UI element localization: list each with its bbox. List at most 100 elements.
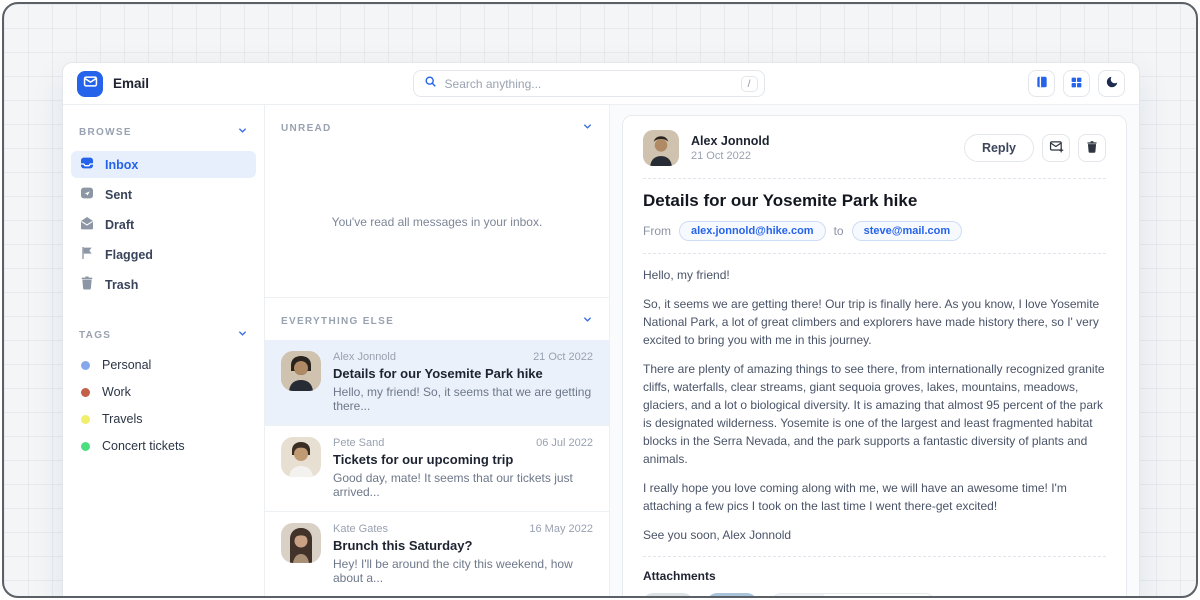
email-list-column: UNREAD You've read all messages in your … — [265, 105, 610, 598]
from-label: From — [643, 224, 671, 238]
email-list-item-kate[interactable]: Kate Gates 16 May 2022 Brunch this Satur… — [265, 512, 609, 598]
sidebar: BROWSE Inbox Sent — [63, 105, 265, 598]
tag-label: Concert tickets — [102, 439, 185, 453]
flag-icon — [79, 245, 95, 264]
tags-section-header[interactable]: TAGS — [63, 312, 264, 354]
tag-label: Personal — [102, 358, 151, 372]
tags-label: TAGS — [79, 330, 111, 341]
email-detail-header: Alex Jonnold 21 Oct 2022 Reply — [643, 130, 1106, 166]
everything-else-section-header[interactable]: EVERYTHING ELSE — [265, 297, 609, 340]
email-sender: Alex Jonnold — [333, 351, 396, 363]
apps-button[interactable] — [1063, 70, 1090, 97]
tag-item-concert-tickets[interactable]: Concert tickets — [71, 435, 256, 458]
grid-icon — [1070, 76, 1083, 92]
sidebar-item-draft[interactable]: Draft — [71, 211, 256, 238]
forward-email-button[interactable] — [1042, 134, 1070, 162]
delete-email-button[interactable] — [1078, 134, 1106, 162]
chevron-down-icon[interactable] — [237, 123, 248, 141]
book-icon — [1035, 75, 1049, 92]
email-subject: Brunch this Saturday? — [333, 538, 593, 553]
tag-item-work[interactable]: Work — [71, 381, 256, 404]
sidebar-item-inbox[interactable]: Inbox — [71, 151, 256, 178]
search-area: / — [149, 70, 1028, 97]
app-title: Email — [113, 76, 149, 91]
sidebar-item-sent[interactable]: Sent — [71, 181, 256, 208]
search-bar[interactable]: / — [413, 70, 765, 97]
reply-button[interactable]: Reply — [964, 134, 1034, 162]
notebook-button[interactable] — [1028, 70, 1055, 97]
email-summary: Kate Gates 16 May 2022 Brunch this Satur… — [333, 523, 593, 585]
from-address-chip[interactable]: alex.jonnold@hike.com — [679, 221, 826, 241]
tag-item-travels[interactable]: Travels — [71, 408, 256, 431]
email-body: Hello, my friend! So, it seems we are ge… — [643, 266, 1106, 544]
unread-section-header[interactable]: UNREAD — [265, 105, 609, 147]
unread-label: UNREAD — [281, 123, 332, 134]
main-layout: BROWSE Inbox Sent — [63, 105, 1139, 598]
email-list-item-alex[interactable]: Alex Jonnold 21 Oct 2022 Details for our… — [265, 340, 609, 426]
search-input[interactable] — [445, 77, 741, 91]
tag-item-personal[interactable]: Personal — [71, 354, 256, 377]
email-summary: Pete Sand 06 Jul 2022 Tickets for our up… — [333, 437, 593, 499]
attachment-photo-half-dome[interactable] — [707, 593, 757, 598]
email-app-window: Email / — [62, 62, 1140, 598]
folder-icon — [772, 594, 824, 598]
envelope-plus-icon — [1049, 139, 1064, 157]
email-detail-subject: Details for our Yosemite Park hike — [643, 191, 1106, 211]
chevron-down-icon[interactable] — [582, 119, 593, 137]
to-label: to — [834, 224, 844, 238]
sidebar-item-label: Inbox — [105, 158, 138, 172]
email-date: 21 Oct 2022 — [533, 351, 593, 363]
draft-icon — [79, 215, 95, 234]
divider — [643, 178, 1106, 179]
email-preview: Good day, mate! It seems that our ticket… — [333, 471, 593, 499]
email-list-item-pete[interactable]: Pete Sand 06 Jul 2022 Tickets for our up… — [265, 426, 609, 512]
tag-color-dot — [81, 361, 90, 370]
email-body-paragraph: Hello, my friend! — [643, 266, 1106, 284]
chevron-down-icon[interactable] — [582, 312, 593, 330]
search-shortcut-badge: / — [741, 76, 758, 92]
search-icon — [424, 75, 437, 93]
moon-icon — [1105, 75, 1119, 92]
attachments-label: Attachments — [643, 569, 1106, 583]
email-body-paragraph: There are plenty of amazing things to se… — [643, 360, 1106, 468]
email-subject: Tickets for our upcoming trip — [333, 452, 593, 467]
sender-name: Alex Jonnold — [691, 134, 964, 148]
unread-empty-state: You've read all messages in your inbox. — [265, 147, 609, 297]
sidebar-item-flagged[interactable]: Flagged — [71, 241, 256, 268]
divider — [643, 556, 1106, 557]
tag-color-dot — [81, 442, 90, 451]
sidebar-item-label: Sent — [105, 188, 132, 202]
dark-mode-button[interactable] — [1098, 70, 1125, 97]
everything-else-label: EVERYTHING ELSE — [281, 316, 394, 327]
email-sender: Kate Gates — [333, 523, 388, 535]
chevron-down-icon[interactable] — [237, 326, 248, 344]
sidebar-item-label: Trash — [105, 278, 138, 292]
email-actions: Reply — [964, 134, 1106, 162]
email-preview: Hello, my friend! So, it seems that we a… — [333, 385, 593, 413]
topbar: Email / — [63, 63, 1139, 105]
email-body-paragraph: So, it seems we are getting there! Our t… — [643, 295, 1106, 349]
browse-label: BROWSE — [79, 127, 132, 138]
attachment-photo-valley[interactable] — [643, 593, 693, 598]
from-to-row: From alex.jonnold@hike.com to steve@mail… — [643, 221, 1106, 241]
attachment-file-card[interactable]: videos-hike.zip 100 MB — [771, 593, 935, 598]
attachments-row: videos-hike.zip 100 MB — [643, 593, 1106, 598]
avatar — [281, 523, 321, 563]
to-address-chip[interactable]: steve@mail.com — [852, 221, 963, 241]
email-date: 16 May 2022 — [529, 523, 593, 535]
tag-label: Travels — [102, 412, 143, 426]
email-preview: Hey! I'll be around the city this weeken… — [333, 557, 593, 585]
desktop-background: Email / — [2, 2, 1198, 598]
browse-section-header[interactable]: BROWSE — [63, 109, 264, 151]
avatar — [643, 130, 679, 166]
trash-icon — [1085, 140, 1099, 157]
email-date: 21 Oct 2022 — [691, 150, 964, 162]
avatar — [281, 351, 321, 391]
inbox-icon — [79, 155, 95, 174]
sidebar-item-label: Draft — [105, 218, 134, 232]
tag-color-dot — [81, 415, 90, 424]
sidebar-item-label: Flagged — [105, 248, 153, 262]
tag-color-dot — [81, 388, 90, 397]
email-body-paragraph: I really hope you love coming along with… — [643, 479, 1106, 515]
sidebar-item-trash[interactable]: Trash — [71, 271, 256, 298]
